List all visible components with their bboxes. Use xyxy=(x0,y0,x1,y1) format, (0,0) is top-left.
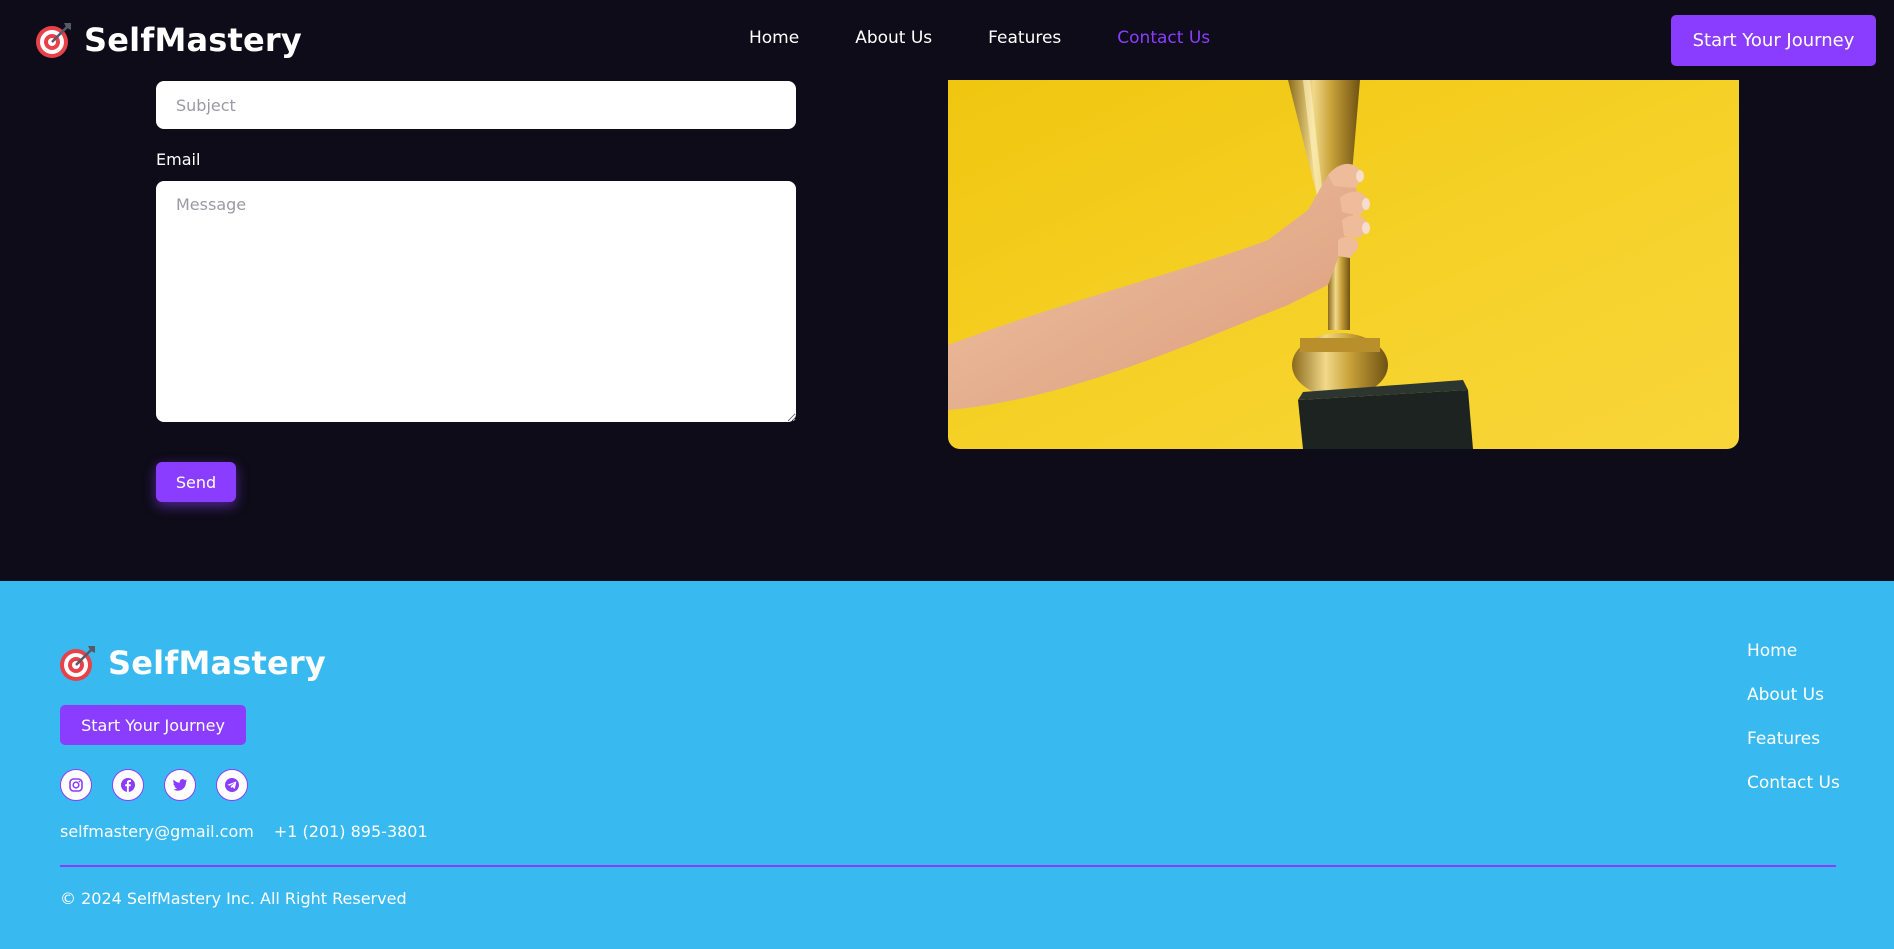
facebook-icon[interactable] xyxy=(112,769,144,801)
footer-divider xyxy=(60,865,1836,867)
footer-brand-name: SelfMastery xyxy=(108,644,326,682)
trophy-image xyxy=(948,80,1739,449)
footer-brand-logo[interactable]: SelfMastery xyxy=(58,641,326,685)
nav-contact-us[interactable]: Contact Us xyxy=(1117,28,1210,48)
target-icon xyxy=(36,23,71,58)
footer-phone[interactable]: +1 (201) 895-3801 xyxy=(274,822,428,841)
twitter-icon[interactable] xyxy=(164,769,196,801)
email-label: Email xyxy=(156,150,201,169)
footer-nav-features[interactable]: Features xyxy=(1747,729,1840,773)
nav-about-us[interactable]: About Us xyxy=(855,28,932,48)
subject-input[interactable] xyxy=(156,81,796,129)
trophy-photo-icon xyxy=(948,80,1739,449)
brand-name: SelfMastery xyxy=(84,21,302,59)
contact-info: selfmastery@gmail.com +1 (201) 895-3801 xyxy=(60,822,428,841)
nav-home[interactable]: Home xyxy=(749,28,799,48)
target-icon xyxy=(60,646,95,681)
telegram-icon[interactable] xyxy=(216,769,248,801)
message-textarea[interactable] xyxy=(156,181,796,422)
footer-nav: Home About Us Features Contact Us xyxy=(1747,641,1840,817)
nav-features[interactable]: Features xyxy=(988,28,1061,48)
send-button[interactable]: Send xyxy=(156,462,236,502)
footer-nav-about-us[interactable]: About Us xyxy=(1747,685,1840,729)
brand-logo[interactable]: SelfMastery xyxy=(34,18,302,62)
site-header: SelfMastery Home About Us Features Conta… xyxy=(0,0,1894,80)
footer-nav-home[interactable]: Home xyxy=(1747,641,1840,685)
footer-nav-contact-us[interactable]: Contact Us xyxy=(1747,773,1840,817)
footer-email[interactable]: selfmastery@gmail.com xyxy=(60,822,254,841)
start-journey-button[interactable]: Start Your Journey xyxy=(1671,15,1876,66)
copyright-text: © 2024 SelfMastery Inc. All Right Reserv… xyxy=(60,889,407,908)
site-footer: SelfMastery Start Your Journey selfmaste… xyxy=(0,581,1894,949)
footer-start-journey-button[interactable]: Start Your Journey xyxy=(60,705,246,745)
contact-section: Email Send xyxy=(0,80,1894,581)
main-nav: Home About Us Features Contact Us xyxy=(749,28,1210,48)
instagram-icon[interactable] xyxy=(60,769,92,801)
social-links xyxy=(60,769,248,801)
